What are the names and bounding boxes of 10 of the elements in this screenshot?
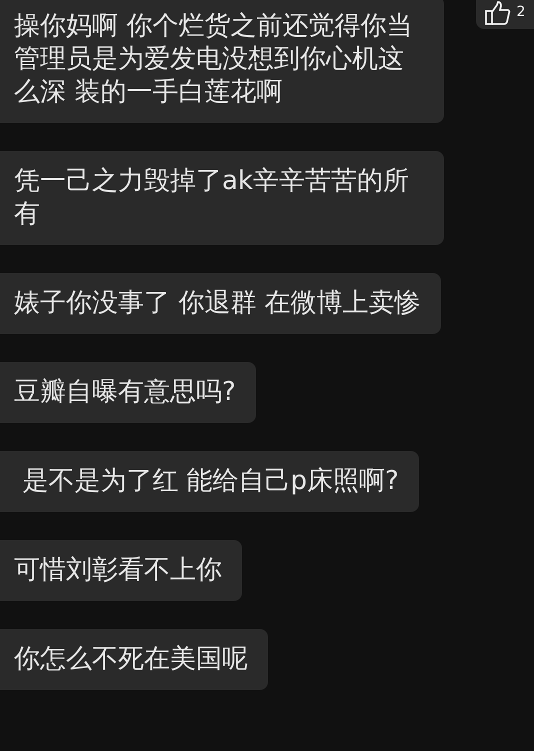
thumbs-up-icon [484,1,511,25]
message-bubble: 凭一己之力毁掉了ak辛辛苦苦的所有 [0,151,444,245]
message-bubble: 婊子你没事了 你退群 在微博上卖惨 [0,273,441,334]
like-count: 2 [516,3,526,21]
message-bubble: 是不是为了红 能给自己p床照啊? [0,451,419,512]
message-bubble: 豆瓣自曝有意思吗? [0,362,256,423]
message-bubble: 可惜刘彰看不上你 [0,540,242,601]
message-bubble: 你怎么不死在美国呢 [0,629,268,690]
like-badge[interactable]: 2 [476,0,534,29]
message-bubble: 操你妈啊 你个烂货之前还觉得你当管理员是为爱发电没想到你心机这么深 装的一手白莲花啊 [0,0,444,123]
